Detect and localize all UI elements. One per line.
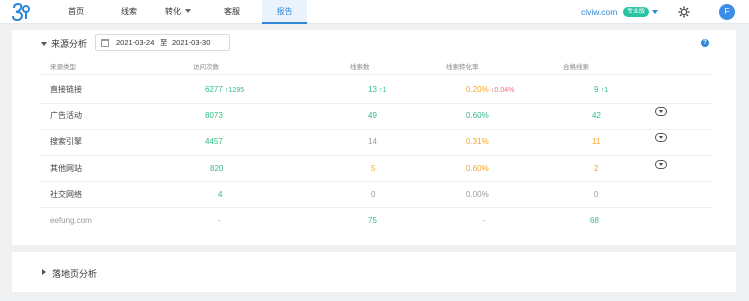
help-icon[interactable]: ? bbox=[701, 39, 709, 47]
date-range-picker[interactable]: 2021-03-24 至 2021-03-30 bbox=[95, 34, 230, 51]
chevron-down-icon[interactable] bbox=[652, 10, 658, 14]
divider bbox=[40, 181, 712, 182]
row-type: 广告活动 bbox=[50, 111, 82, 120]
column-header-leads: 线索数 bbox=[350, 64, 370, 71]
row-qualified: 42 bbox=[592, 111, 601, 120]
column-header-visits: 访问次数 bbox=[193, 64, 219, 71]
row-leads: 13 ↑1 bbox=[368, 84, 387, 97]
expand-row-button[interactable] bbox=[655, 133, 667, 142]
rate-value: 0.20% bbox=[466, 85, 489, 94]
nav-item-leads[interactable]: 线索 bbox=[111, 0, 147, 24]
row-qualified: 0 bbox=[594, 190, 599, 199]
row-leads: 0 bbox=[371, 190, 376, 199]
column-header-rate: 线索转化率 bbox=[446, 64, 479, 71]
row-type: eefung.com bbox=[50, 216, 92, 225]
divider bbox=[40, 207, 712, 208]
gear-icon[interactable] bbox=[678, 6, 690, 18]
collapse-caret-icon[interactable] bbox=[41, 42, 47, 46]
row-visits: 4 bbox=[218, 190, 223, 199]
section-title[interactable]: 来源分析 bbox=[51, 37, 87, 50]
row-rate: 0.31% bbox=[466, 137, 489, 146]
row-visits: 6277 ↑1295 bbox=[205, 84, 244, 97]
chevron-down-icon bbox=[185, 9, 191, 13]
nav-label: 首页 bbox=[68, 7, 84, 16]
nav-item-home[interactable]: 首页 bbox=[58, 0, 94, 24]
row-visits: 8073 bbox=[205, 111, 223, 120]
nav-item-report[interactable]: 报告 bbox=[262, 0, 307, 24]
divider bbox=[40, 103, 712, 104]
row-leads: 75 bbox=[368, 216, 377, 225]
nav-label: 报告 bbox=[276, 7, 293, 16]
nav-item-service[interactable]: 客服 bbox=[214, 0, 250, 24]
row-type: 直接链接 bbox=[50, 85, 82, 94]
row-qualified: 68 bbox=[590, 216, 599, 225]
plan-badge: 专业版 bbox=[623, 7, 650, 17]
current-domain[interactable]: civiw.com bbox=[581, 0, 617, 24]
visits-delta: ↑1295 bbox=[225, 87, 245, 94]
rate-delta: ↓0.04% bbox=[490, 87, 515, 94]
row-visits: 820 bbox=[210, 164, 224, 173]
divider bbox=[40, 74, 712, 75]
divider bbox=[40, 129, 712, 130]
row-rate: 0.60% bbox=[466, 164, 489, 173]
row-leads: 14 bbox=[368, 137, 377, 146]
nav-label: 转化 bbox=[165, 7, 181, 16]
column-header-qualified: 合格线索 bbox=[563, 64, 589, 71]
row-leads: 5 bbox=[371, 164, 376, 173]
row-leads: 49 bbox=[368, 111, 377, 120]
row-visits: 4457 bbox=[205, 137, 223, 146]
row-rate: 0.20% ↓0.04% bbox=[466, 84, 514, 97]
expand-caret-icon[interactable] bbox=[42, 269, 46, 275]
expand-row-button[interactable] bbox=[655, 160, 667, 169]
qualified-value: 9 bbox=[594, 85, 599, 94]
column-header-type: 来源类型 bbox=[50, 64, 76, 71]
row-qualified: 11 bbox=[592, 137, 601, 146]
leads-delta: ↑1 bbox=[379, 87, 387, 94]
row-qualified: 9 ↑1 bbox=[594, 84, 608, 97]
visits-value: 6277 bbox=[205, 85, 223, 94]
row-rate: 0.00% bbox=[466, 190, 489, 199]
row-type: 其他网站 bbox=[50, 164, 82, 173]
date-end: 2021-03-30 bbox=[172, 38, 211, 47]
avatar[interactable]: F bbox=[719, 4, 735, 20]
row-visits: - bbox=[218, 216, 221, 225]
app-logo[interactable] bbox=[11, 3, 31, 21]
row-rate: - bbox=[483, 216, 486, 225]
section-title[interactable]: 落地页分析 bbox=[52, 267, 97, 280]
nav-label: 线索 bbox=[121, 7, 137, 16]
row-type: 搜索引擎 bbox=[50, 137, 82, 146]
landing-page-analysis-panel bbox=[12, 252, 736, 292]
date-separator: 至 bbox=[160, 38, 168, 47]
nav-label: 客服 bbox=[224, 7, 240, 16]
date-start: 2021-03-24 bbox=[116, 38, 155, 47]
row-rate: 0.60% bbox=[466, 111, 489, 120]
leads-value: 13 bbox=[368, 85, 377, 94]
divider bbox=[40, 155, 712, 156]
qualified-delta: ↑1 bbox=[600, 87, 609, 94]
row-type: 社交网络 bbox=[50, 190, 82, 199]
calendar-icon bbox=[101, 39, 109, 47]
top-navigation-bar: 首页 线索 转化 客服 报告 civiw.com 专业版 F bbox=[0, 0, 749, 24]
expand-row-button[interactable] bbox=[655, 107, 667, 116]
row-qualified: 2 bbox=[594, 164, 599, 173]
nav-item-conversion[interactable]: 转化 bbox=[158, 0, 198, 24]
